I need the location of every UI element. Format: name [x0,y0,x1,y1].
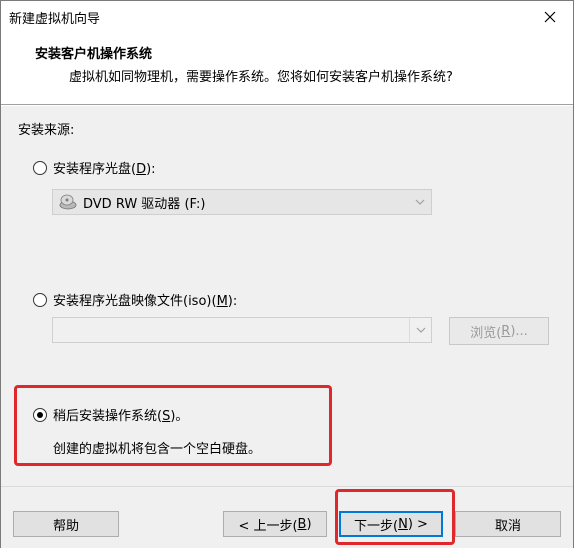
radio-iso-image[interactable]: 安装程序光盘映像文件(iso)(M): [33,290,237,309]
next-button[interactable]: 下一步(N) > [339,511,443,537]
install-later-hint: 创建的虚拟机将包含一个空白硬盘。 [53,442,262,457]
radio-button[interactable] [33,292,47,307]
page-subtitle: 虚拟机如同物理机，需要操作系统。您将如何安装客户机操作系统? [69,70,453,85]
help-button[interactable]: 帮助 [13,511,119,537]
chevron-down-icon[interactable] [409,190,431,214]
drive-select[interactable]: DVD RW 驱动器 (F:) [52,189,432,215]
title-bar: 新建虚拟机向导 [1,1,573,33]
dvd-drive-icon [59,194,77,210]
install-source-label: 安装来源: [18,123,75,138]
radio-iso-image-label: 安装程序光盘映像文件(iso)(M): [53,294,238,309]
new-vm-wizard-window: 新建虚拟机向导 安装客户机操作系统 虚拟机如同物理机，需要操作系统。您将如何安装… [0,0,574,548]
close-button[interactable] [527,1,573,33]
radio-install-later[interactable]: 稍后安装操作系统(S)。 [33,405,188,424]
wizard-header: 安装客户机操作系统 虚拟机如同物理机，需要操作系统。您将如何安装客户机操作系统? [1,33,573,105]
radio-install-later-label: 稍后安装操作系统(S)。 [53,409,189,424]
iso-path-combobox[interactable] [52,317,432,343]
page-title: 安装客户机操作系统 [35,47,153,62]
radio-button[interactable] [33,407,47,422]
wizard-body: 安装来源: 安装程序光盘(D): DVD RW 驱动器 (F:) 安装程序光盘映 [1,106,573,486]
close-icon [544,11,556,23]
radio-installer-disc-label: 安装程序光盘(D): [53,162,156,177]
browse-button[interactable]: 浏览(R)... [449,317,549,345]
cancel-button[interactable]: 取消 [455,511,561,537]
chevron-down-icon[interactable] [409,318,431,342]
drive-select-value: DVD RW 驱动器 (F:) [83,196,206,212]
wizard-footer: 帮助 < 上一步(B) 下一步(N) > 取消 [1,486,573,548]
window-title: 新建虚拟机向导 [9,12,101,27]
radio-button[interactable] [33,160,47,175]
back-button[interactable]: < 上一步(B) [223,511,327,537]
radio-installer-disc[interactable]: 安装程序光盘(D): [33,158,156,177]
